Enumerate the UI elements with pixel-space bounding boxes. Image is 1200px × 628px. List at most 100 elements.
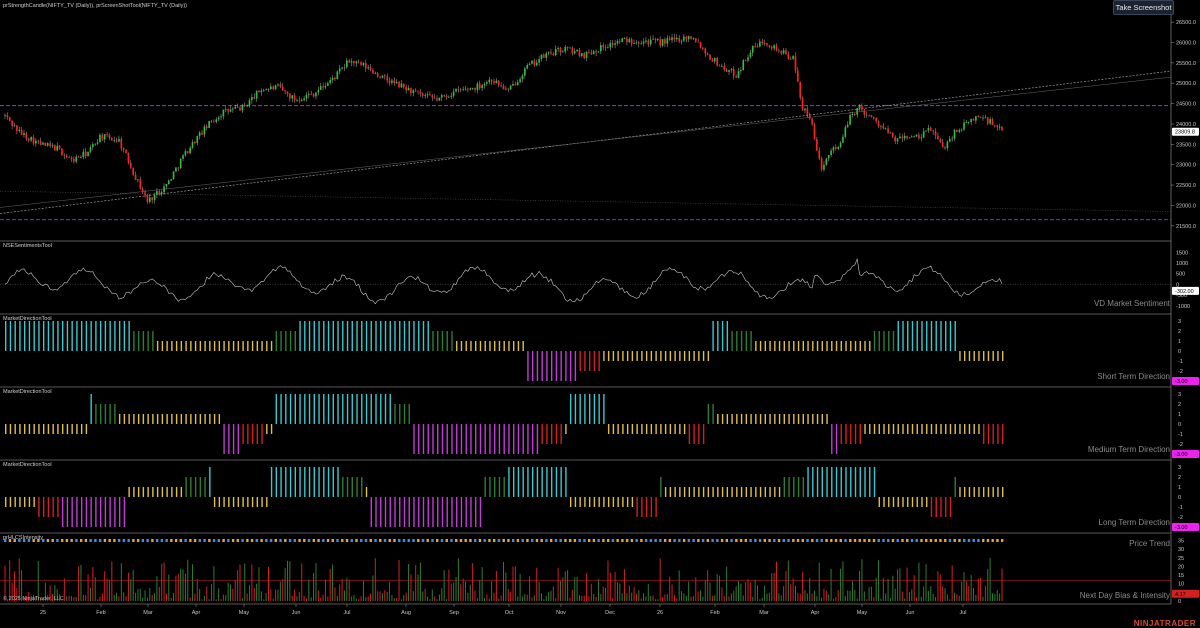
direction-bar bbox=[47, 497, 50, 517]
direction-bar bbox=[52, 497, 54, 517]
direction-bar bbox=[494, 477, 496, 497]
candle-body bbox=[716, 57, 718, 66]
direction-bar bbox=[821, 414, 823, 424]
price-trend-marker bbox=[440, 539, 444, 542]
candle-body bbox=[979, 117, 982, 118]
price-trend-marker bbox=[79, 539, 83, 542]
direction-bar bbox=[835, 341, 838, 351]
direction-bar bbox=[693, 424, 695, 444]
candle-body bbox=[127, 153, 130, 163]
price-trend-marker bbox=[98, 539, 102, 542]
candle-body bbox=[725, 69, 728, 72]
price-trend-marker bbox=[60, 539, 64, 542]
direction-bar bbox=[964, 487, 966, 497]
candle-body bbox=[478, 83, 481, 89]
direction-bar bbox=[394, 404, 396, 424]
price-trend-marker bbox=[231, 539, 235, 542]
price-trend-marker bbox=[455, 539, 458, 542]
direction-bar bbox=[475, 424, 477, 454]
candle-body bbox=[559, 47, 562, 53]
direction-bar bbox=[759, 341, 762, 351]
direction-bar bbox=[403, 404, 406, 424]
candle-body bbox=[376, 73, 379, 77]
candle-body bbox=[967, 121, 970, 123]
price-trend-marker bbox=[179, 539, 183, 542]
time-tick-label: Nov bbox=[556, 610, 566, 616]
candle-body bbox=[747, 57, 749, 61]
direction-bar bbox=[180, 414, 183, 424]
direction-bar bbox=[323, 467, 325, 497]
candle-body bbox=[160, 192, 163, 195]
candle-body bbox=[94, 143, 97, 145]
direction-bar bbox=[33, 497, 35, 507]
direction-bar bbox=[907, 321, 909, 351]
candle-body bbox=[452, 91, 455, 96]
price-trend-marker bbox=[151, 539, 154, 542]
candle-body bbox=[493, 81, 495, 84]
direction-bar bbox=[940, 497, 942, 517]
candle-body bbox=[751, 45, 754, 53]
price-trend-marker bbox=[530, 539, 534, 542]
price-trend-marker bbox=[825, 539, 828, 542]
direction-bar bbox=[812, 341, 814, 351]
direction-bar bbox=[242, 497, 244, 507]
price-trend-marker bbox=[540, 539, 543, 542]
candle-body bbox=[469, 88, 472, 90]
candle-body bbox=[853, 113, 856, 115]
candle-body bbox=[262, 90, 265, 91]
candle-body bbox=[327, 83, 329, 86]
candle-body bbox=[251, 97, 253, 101]
direction-tick-label: 3 bbox=[1178, 465, 1181, 471]
candle-body bbox=[960, 129, 963, 131]
long-direction-panel-header: MarketDirectionTool bbox=[3, 462, 52, 468]
direction-bar bbox=[61, 321, 64, 351]
direction-bar bbox=[864, 467, 866, 497]
direction-bar bbox=[683, 424, 686, 434]
price-trend-marker bbox=[906, 539, 909, 542]
candle-body bbox=[400, 83, 403, 88]
price-trend-marker bbox=[65, 539, 69, 542]
candle-body bbox=[234, 107, 237, 109]
direction-current-label: -3.00 bbox=[1175, 452, 1188, 458]
direction-bar bbox=[850, 424, 852, 444]
candle-body bbox=[858, 105, 861, 109]
price-trend-marker bbox=[217, 539, 221, 542]
direction-bar bbox=[964, 351, 966, 361]
direction-bar bbox=[437, 497, 439, 527]
candle-body bbox=[175, 167, 177, 172]
candle-body bbox=[547, 52, 550, 54]
candle-body bbox=[156, 191, 158, 195]
direction-bar bbox=[774, 487, 776, 497]
candle-body bbox=[789, 58, 792, 60]
direction-bar bbox=[802, 341, 804, 351]
candle-body bbox=[562, 51, 564, 53]
direction-bar bbox=[209, 414, 211, 424]
direction-bar bbox=[911, 321, 914, 351]
price-trend-marker bbox=[654, 539, 657, 542]
chart-canvas[interactable]: 26500.0 26000.0 25500.0 25000.0 24500.0 24000… bbox=[0, 0, 1200, 628]
direction-bar bbox=[954, 321, 956, 351]
direction-bar bbox=[959, 424, 961, 434]
price-trend-marker bbox=[122, 539, 126, 542]
take-screenshot-button[interactable]: Take Screenshot bbox=[1113, 0, 1174, 15]
direction-bar bbox=[655, 424, 657, 434]
direction-bar bbox=[598, 394, 600, 424]
direction-bar bbox=[475, 497, 477, 527]
price-trend-marker bbox=[682, 539, 686, 542]
candle-body bbox=[198, 132, 201, 137]
candle-body bbox=[597, 51, 600, 53]
direction-bar bbox=[465, 424, 467, 454]
time-tick-label: Oct bbox=[505, 610, 514, 616]
direction-bar bbox=[332, 467, 334, 497]
direction-bar bbox=[413, 497, 415, 527]
direction-bar bbox=[484, 477, 486, 497]
candle-body bbox=[868, 114, 870, 116]
direction-bar bbox=[607, 351, 610, 361]
direction-bar bbox=[655, 497, 657, 517]
candle-body bbox=[996, 125, 999, 128]
direction-bar bbox=[118, 497, 121, 527]
price-trend-marker bbox=[630, 539, 634, 542]
direction-tick-label: 1 bbox=[1178, 485, 1181, 491]
direction-bar bbox=[622, 351, 624, 361]
candle-body bbox=[54, 145, 56, 151]
